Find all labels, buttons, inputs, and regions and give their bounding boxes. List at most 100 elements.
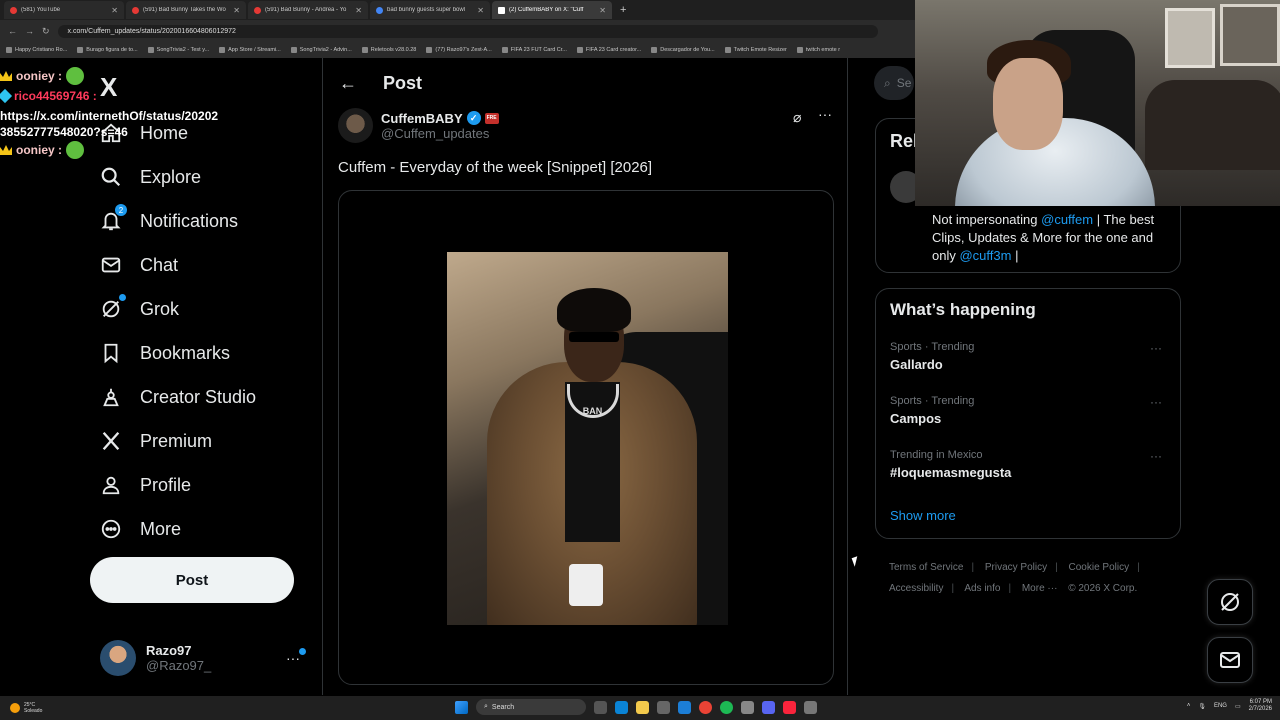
- task-view-icon[interactable]: [594, 700, 607, 714]
- close-icon[interactable]: ✕: [233, 6, 240, 15]
- x-icon: [498, 6, 505, 14]
- chat-username: rico44569746 :: [14, 89, 97, 103]
- nav-label: Premium: [140, 430, 213, 451]
- crown-badge-icon: [0, 71, 12, 81]
- search-input[interactable]: ⌕ Se: [874, 66, 914, 100]
- weather-widget[interactable]: 25°C Soleado: [0, 702, 42, 714]
- store-icon[interactable]: [657, 700, 670, 714]
- nav-item-creator-studio[interactable]: Creator Studio: [100, 382, 256, 412]
- terms-link[interactable]: Terms of Service: [889, 562, 963, 573]
- url-field[interactable]: x.com/Cuffem_updates/status/202001660480…: [57, 24, 878, 38]
- messages-float-button[interactable]: [1207, 637, 1253, 683]
- more-horizontal-icon[interactable]: ···: [1150, 395, 1162, 409]
- footer-more-link[interactable]: More ···: [1022, 583, 1058, 594]
- author-name-row: CuffemBABY ✓ FRE: [381, 111, 499, 126]
- post-author[interactable]: CuffemBABY ✓ FRE @Cuffem_updates: [338, 108, 499, 143]
- nav-item-chat[interactable]: Chat: [100, 250, 178, 280]
- edge-icon[interactable]: [615, 700, 628, 714]
- taskbar-search[interactable]: ⌕ Search: [476, 699, 586, 715]
- nav-item-explore[interactable]: Explore: [100, 162, 201, 192]
- spotify-icon[interactable]: [720, 700, 733, 714]
- privacy-link[interactable]: Privacy Policy: [985, 562, 1047, 573]
- bookmark-item[interactable]: Burago figura de to...: [77, 47, 138, 53]
- grok-float-button[interactable]: [1207, 579, 1253, 625]
- mail-app-icon[interactable]: [678, 700, 691, 714]
- browser-tab[interactable]: (591) Bad Bunny Takes the Wo ✕: [126, 1, 246, 19]
- trend-item[interactable]: Trending in Mexico #loquemasmegusta ···: [890, 449, 1170, 480]
- x-premium-icon: [100, 430, 122, 452]
- bookmark-item[interactable]: FIFA 23 FUT Card Cr...: [501, 47, 567, 53]
- bookmark-item[interactable]: FIFA 23 Card creator...: [576, 47, 641, 53]
- nav-label: Notifications: [140, 210, 239, 231]
- nav-item-premium[interactable]: Premium: [100, 426, 212, 456]
- show-more-link[interactable]: Show more: [890, 508, 956, 523]
- nav-item-profile[interactable]: Profile: [100, 470, 191, 500]
- browser-tab[interactable]: bad bunny guests super bowl ✕: [370, 1, 490, 19]
- windows-start-icon[interactable]: [455, 700, 468, 714]
- bookmark-item[interactable]: Reletools v28.0.28: [361, 47, 416, 53]
- chrome-icon[interactable]: [699, 700, 712, 714]
- nav-item-bookmarks[interactable]: Bookmarks: [100, 338, 230, 368]
- more-horizontal-icon[interactable]: ···: [818, 106, 832, 122]
- discord-icon[interactable]: [762, 700, 775, 714]
- bookmark-icon: [6, 47, 12, 53]
- trend-item[interactable]: Sports · Trending Gallardo ···: [890, 341, 1170, 372]
- more-horizontal-icon[interactable]: ···: [1150, 341, 1162, 355]
- wall-frame: [1220, 4, 1280, 66]
- account-switcher[interactable]: Razo97 @Razo97_ ···: [100, 640, 310, 676]
- back-arrow-icon[interactable]: ←: [339, 73, 357, 94]
- youtube-icon: [10, 6, 17, 14]
- bookmark-item[interactable]: twitch emote r: [796, 47, 840, 53]
- browser-tab-active[interactable]: (2) CuffemBABY on X: "Cuff ✕: [492, 1, 612, 19]
- trend-item[interactable]: Sports · Trending Campos ···: [890, 395, 1170, 426]
- more-horizontal-icon[interactable]: ···: [286, 648, 306, 666]
- browser-tab[interactable]: (591) Bad Bunny - Andrea - Yo ✕: [248, 1, 368, 19]
- ads-info-link[interactable]: Ads info: [964, 583, 1000, 594]
- grok-explain-icon[interactable]: ⌀: [793, 109, 801, 126]
- back-icon[interactable]: ←: [8, 26, 17, 36]
- accessibility-link[interactable]: Accessibility: [889, 583, 943, 594]
- post-button[interactable]: Post: [90, 557, 294, 603]
- nav-item-grok[interactable]: Grok: [100, 294, 179, 324]
- author-avatar[interactable]: [338, 108, 373, 143]
- close-icon[interactable]: ✕: [111, 6, 118, 15]
- close-icon[interactable]: ✕: [355, 6, 362, 15]
- author-handle[interactable]: @Cuffem_updates: [381, 126, 499, 141]
- network-icon[interactable]: ▭: [1235, 703, 1241, 710]
- nav-item-more[interactable]: More: [100, 514, 181, 544]
- bookmark-item[interactable]: (77) Razo97's Zest-A...: [426, 47, 492, 53]
- more-horizontal-icon[interactable]: ···: [1150, 449, 1162, 463]
- chevron-up-icon[interactable]: ˄: [1187, 703, 1191, 709]
- mic-icon[interactable]: 🎙: [1198, 703, 1206, 710]
- bookmark-item[interactable]: App Store / Streami...: [219, 47, 281, 53]
- bookmark-item[interactable]: SongTrivia2 - Advin...: [290, 47, 352, 53]
- bookmark-icon: [426, 47, 433, 53]
- close-icon[interactable]: ✕: [599, 6, 606, 15]
- new-dot-badge: [299, 648, 306, 655]
- close-icon[interactable]: ✕: [477, 6, 484, 15]
- mention-link[interactable]: @cuffem: [1041, 212, 1093, 227]
- bookmark-icon: [576, 47, 583, 53]
- obs-icon[interactable]: [741, 700, 754, 714]
- post-header: ← Post: [323, 58, 848, 108]
- bookmark-item[interactable]: Twitch Emote Resizer: [724, 47, 787, 53]
- app-icon[interactable]: [804, 700, 817, 714]
- bookmark-item[interactable]: SongTrivia2 - Test y...: [147, 47, 209, 53]
- new-tab-button[interactable]: +: [614, 4, 632, 16]
- cookie-link[interactable]: Cookie Policy: [1069, 562, 1130, 573]
- reload-icon[interactable]: ↻: [42, 26, 50, 37]
- mention-link[interactable]: @cuff3m: [959, 248, 1011, 263]
- clock[interactable]: 6:07 PM 2/7/2026: [1249, 699, 1272, 713]
- bookmark-item[interactable]: Happy Cristiano Ro...: [6, 47, 67, 53]
- music-icon[interactable]: [783, 700, 796, 714]
- language-indicator[interactable]: ENG: [1214, 703, 1227, 709]
- author-name[interactable]: CuffemBABY: [381, 111, 463, 126]
- verified-check-icon: ✓: [466, 111, 481, 125]
- post-media[interactable]: BAN: [338, 190, 834, 685]
- folder-icon[interactable]: [636, 700, 649, 714]
- nav-item-notifications[interactable]: 2 Notifications: [100, 204, 239, 236]
- forward-icon[interactable]: →: [25, 26, 34, 36]
- post-photo[interactable]: BAN: [447, 252, 728, 625]
- bookmark-item[interactable]: Descargador de You...: [651, 47, 715, 53]
- browser-tab[interactable]: (581) YouTube ✕: [4, 1, 124, 19]
